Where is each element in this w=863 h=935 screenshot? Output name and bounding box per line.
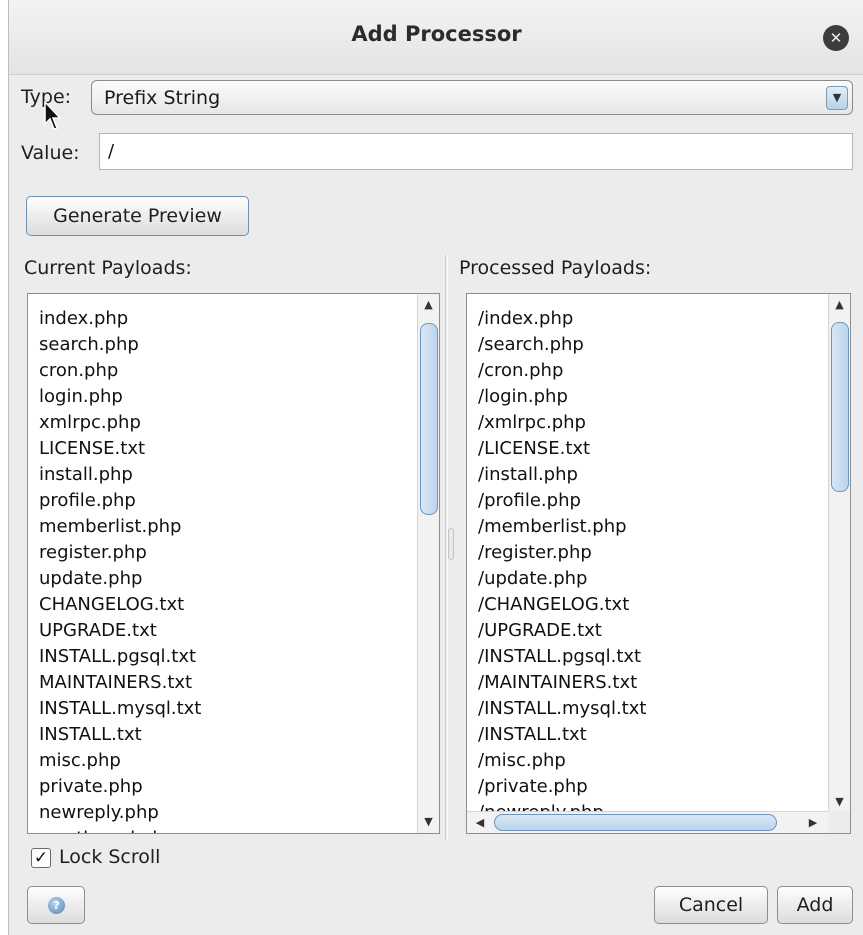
- list-item[interactable]: cron.php: [39, 358, 201, 384]
- add-processor-dialog: Add Processor ✕ Type: Prefix String ▼ Va…: [8, 0, 863, 935]
- title-bar: Add Processor ✕: [9, 0, 863, 75]
- list-item[interactable]: INSTALL.pgsql.txt: [39, 644, 201, 670]
- cancel-button[interactable]: Cancel: [654, 886, 768, 924]
- list-item[interactable]: MAINTAINERS.txt: [39, 670, 201, 696]
- list-item[interactable]: /index.php: [478, 306, 646, 332]
- help-button[interactable]: ?: [27, 886, 85, 924]
- list-item[interactable]: /xmlrpc.php: [478, 410, 646, 436]
- list-item[interactable]: register.php: [39, 540, 201, 566]
- current-payloads-label: Current Payloads:: [24, 257, 192, 279]
- list-item[interactable]: misc.php: [39, 748, 201, 774]
- scroll-right-icon[interactable]: ▶: [804, 814, 822, 832]
- list-item[interactable]: /search.php: [478, 332, 646, 358]
- list-item[interactable]: /LICENSE.txt: [478, 436, 646, 462]
- list-item[interactable]: private.php: [39, 774, 201, 800]
- type-select[interactable]: Prefix String ▼: [91, 80, 853, 115]
- list-item[interactable]: search.php: [39, 332, 201, 358]
- list-item[interactable]: LICENSE.txt: [39, 436, 201, 462]
- list-item[interactable]: newthread.php: [39, 826, 201, 833]
- list-item[interactable]: /INSTALL.txt: [478, 722, 646, 748]
- vertical-scrollbar[interactable]: ▲ ▼: [417, 294, 439, 833]
- lock-scroll-label: Lock Scroll: [59, 846, 161, 868]
- list-item[interactable]: /memberlist.php: [478, 514, 646, 540]
- scroll-left-icon[interactable]: ◀: [471, 814, 489, 832]
- help-icon: ?: [48, 897, 65, 914]
- horizontal-scrollbar-thumb[interactable]: [494, 814, 777, 831]
- list-item[interactable]: profile.php: [39, 488, 201, 514]
- lock-scroll-checkbox[interactable]: ✓: [31, 848, 51, 868]
- generate-preview-button[interactable]: Generate Preview: [26, 196, 249, 236]
- list-item[interactable]: /cron.php: [478, 358, 646, 384]
- list-item[interactable]: /misc.php: [478, 748, 646, 774]
- scrollbar-corner: [828, 811, 850, 833]
- processed-payloads-items: /index.php /search.php /cron.php /login.…: [478, 306, 646, 826]
- value-input[interactable]: [99, 133, 853, 170]
- add-button[interactable]: Add: [777, 886, 853, 924]
- current-payloads-list[interactable]: index.php search.php cron.php login.php …: [27, 293, 440, 834]
- scrollbar-thumb[interactable]: [420, 323, 438, 515]
- list-item[interactable]: /login.php: [478, 384, 646, 410]
- list-item[interactable]: CHANGELOG.txt: [39, 592, 201, 618]
- list-item[interactable]: /register.php: [478, 540, 646, 566]
- list-item[interactable]: /UPGRADE.txt: [478, 618, 646, 644]
- list-item[interactable]: /CHANGELOG.txt: [478, 592, 646, 618]
- list-item[interactable]: INSTALL.txt: [39, 722, 201, 748]
- list-item[interactable]: /private.php: [478, 774, 646, 800]
- list-item[interactable]: newreply.php: [39, 800, 201, 826]
- list-item[interactable]: /INSTALL.pgsql.txt: [478, 644, 646, 670]
- list-item[interactable]: update.php: [39, 566, 201, 592]
- mouse-cursor-icon: [44, 100, 62, 130]
- processed-payloads-list[interactable]: /index.php /search.php /cron.php /login.…: [466, 293, 851, 834]
- scroll-up-icon[interactable]: ▲: [418, 296, 439, 314]
- list-item[interactable]: xmlrpc.php: [39, 410, 201, 436]
- list-item[interactable]: /update.php: [478, 566, 646, 592]
- scrollbar-thumb[interactable]: [831, 322, 849, 492]
- list-item[interactable]: INSTALL.mysql.txt: [39, 696, 201, 722]
- processed-payloads-label: Processed Payloads:: [459, 257, 652, 279]
- list-item[interactable]: UPGRADE.txt: [39, 618, 201, 644]
- list-item[interactable]: index.php: [39, 306, 201, 332]
- horizontal-scrollbar[interactable]: ◀ ▶: [467, 811, 830, 833]
- value-label: Value:: [21, 142, 80, 164]
- list-item[interactable]: /profile.php: [478, 488, 646, 514]
- list-item[interactable]: memberlist.php: [39, 514, 201, 540]
- list-item[interactable]: /INSTALL.mysql.txt: [478, 696, 646, 722]
- list-item[interactable]: /MAINTAINERS.txt: [478, 670, 646, 696]
- type-select-value: Prefix String: [104, 87, 221, 109]
- vertical-scrollbar[interactable]: ▲ ▼: [828, 294, 850, 813]
- split-grip-handle[interactable]: [448, 528, 454, 560]
- current-payloads-items: index.php search.php cron.php login.php …: [39, 306, 201, 833]
- list-item[interactable]: /install.php: [478, 462, 646, 488]
- close-icon[interactable]: ✕: [823, 25, 849, 51]
- list-item[interactable]: install.php: [39, 462, 201, 488]
- chevron-down-icon[interactable]: ▼: [826, 86, 848, 110]
- list-item[interactable]: login.php: [39, 384, 201, 410]
- scroll-up-icon[interactable]: ▲: [829, 296, 850, 314]
- dialog-title: Add Processor: [351, 22, 522, 46]
- scroll-down-icon[interactable]: ▼: [829, 793, 850, 811]
- scroll-down-icon[interactable]: ▼: [418, 813, 439, 831]
